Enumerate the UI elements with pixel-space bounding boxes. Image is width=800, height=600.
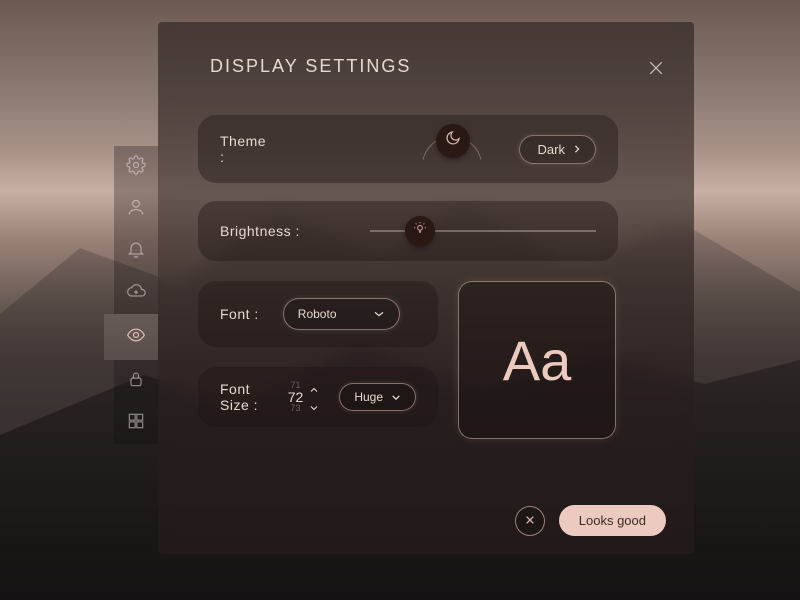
lightbulb-icon — [413, 222, 427, 241]
theme-row: Theme : Dark — [198, 115, 618, 183]
gear-icon — [126, 155, 146, 180]
display-settings-dialog: DISPLAY SETTINGS Theme : Dark Brightness… — [158, 22, 694, 554]
font-row: Font : Roboto — [198, 281, 438, 347]
dialog-title: DISPLAY SETTINGS — [210, 56, 666, 77]
brightness-thumb[interactable] — [405, 216, 435, 246]
chevron-right-icon — [573, 142, 581, 157]
close-icon — [646, 65, 666, 82]
fontsize-preset: Huge — [354, 390, 383, 404]
font-select[interactable]: Roboto — [283, 298, 400, 330]
brightness-slider[interactable] — [370, 230, 596, 232]
font-preview-text: Aa — [503, 328, 572, 393]
theme-value: Dark — [538, 142, 565, 157]
theme-value-button[interactable]: Dark — [519, 135, 596, 164]
font-preview: Aa — [458, 281, 616, 439]
font-value: Roboto — [298, 307, 337, 321]
brightness-label: Brightness : — [220, 223, 300, 239]
close-icon — [525, 512, 535, 530]
fontsize-next: 73 — [291, 404, 301, 413]
fontsize-row: Font Size : 71 72 73 Huge — [198, 367, 438, 427]
sidebar-item-display[interactable] — [104, 314, 158, 360]
fontsize-value: 72 — [288, 390, 304, 404]
brightness-row: Brightness : — [198, 201, 618, 261]
sidebar-item-settings[interactable] — [114, 146, 158, 188]
cancel-button[interactable] — [515, 506, 545, 536]
fontsize-label: Font Size : — [220, 381, 272, 413]
sidebar-item-notifications[interactable] — [114, 230, 158, 272]
chevron-down-icon — [391, 390, 401, 404]
theme-label: Theme : — [220, 133, 274, 165]
sidebar-item-security[interactable] — [114, 360, 158, 402]
moon-icon — [445, 130, 461, 151]
theme-toggle[interactable] — [414, 122, 488, 177]
font-label: Font : — [220, 306, 259, 322]
fontsize-spinner[interactable]: 71 72 73 — [288, 380, 320, 414]
confirm-button[interactable]: Looks good — [559, 505, 666, 536]
lock-icon — [126, 369, 146, 394]
close-button[interactable] — [646, 58, 666, 78]
bell-icon — [126, 239, 146, 264]
user-icon — [126, 197, 146, 222]
chevron-down-icon — [373, 307, 385, 321]
grid-icon — [126, 411, 146, 436]
confirm-label: Looks good — [579, 513, 646, 528]
sidebar-item-profile[interactable] — [114, 188, 158, 230]
dialog-footer: Looks good — [515, 505, 666, 536]
sidebar — [114, 146, 158, 450]
theme-knob[interactable] — [436, 124, 470, 158]
sidebar-item-layout[interactable] — [114, 402, 158, 444]
fontsize-preset-button[interactable]: Huge — [339, 383, 416, 411]
chevron-up-icon[interactable] — [309, 380, 319, 396]
sidebar-item-cloud[interactable] — [114, 272, 158, 314]
eye-icon — [126, 325, 146, 350]
chevron-down-icon[interactable] — [309, 398, 319, 414]
cloud-upload-icon — [126, 281, 146, 306]
